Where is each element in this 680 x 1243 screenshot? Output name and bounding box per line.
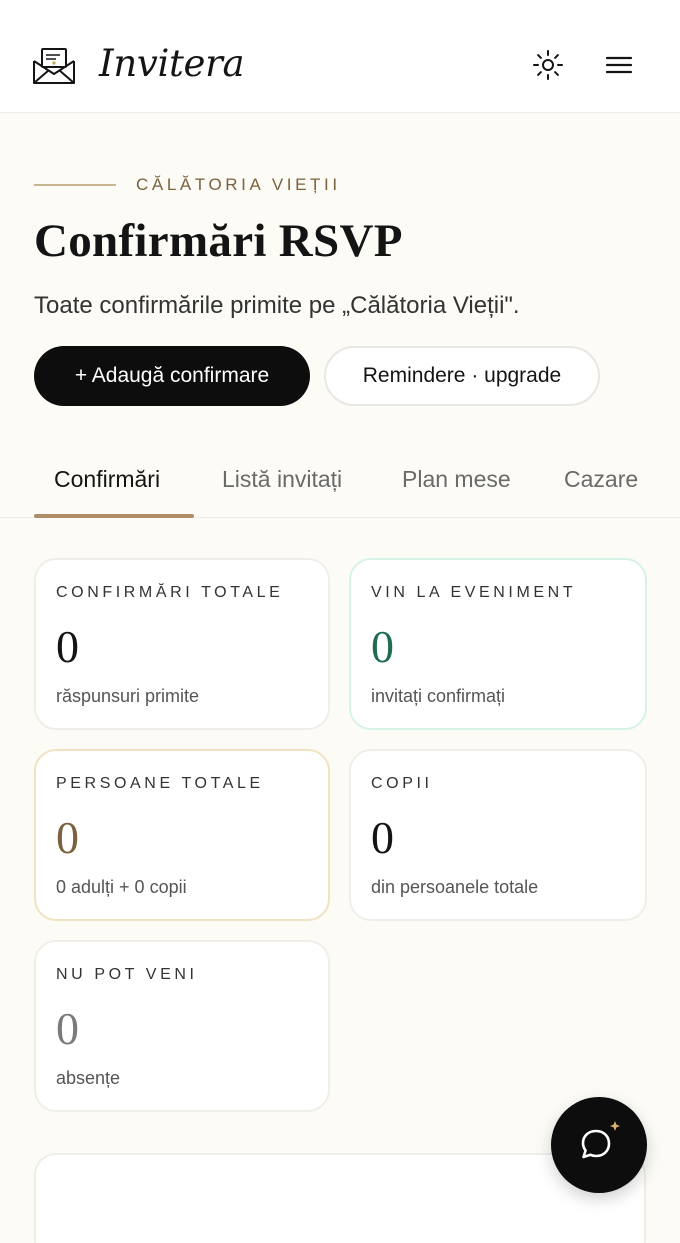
reminders-upgrade-button[interactable]: Remindere · upgrade — [324, 346, 600, 406]
chat-assistant-button[interactable] — [551, 1097, 647, 1193]
stat-card-total-people: PERSOANE TOTALE 0 0 adulți + 0 copii — [34, 749, 330, 921]
section-tabs: Confirmări Listă invitați Plan mese Caza… — [0, 446, 680, 518]
stat-card-total-confirmations: CONFIRMĂRI TOTALE 0 răspunsuri primite — [34, 558, 330, 730]
page-title: Confirmări RSVP — [34, 215, 403, 267]
stat-caption: răspunsuri primite — [56, 686, 200, 706]
hamburger-menu-icon[interactable] — [604, 51, 634, 79]
stat-value: 0 — [371, 621, 394, 672]
stat-label: VIN LA EVENIMENT — [371, 584, 577, 601]
tab-lista-invitati[interactable]: Listă invitați — [222, 466, 342, 493]
sun-icon[interactable] — [532, 49, 564, 81]
stat-caption: din persoanele totale — [371, 877, 539, 897]
confirmations-list-panel — [34, 1153, 646, 1243]
envelope-icon — [33, 48, 75, 84]
page-subtitle: Toate confirmările primite pe „Călătoria… — [34, 292, 520, 319]
tab-plan-mese[interactable]: Plan mese — [402, 466, 511, 493]
stat-card-cannot-attend: NU POT VENI 0 absențe — [34, 940, 330, 1112]
eyebrow-divider — [34, 184, 116, 186]
app-header: Invitera — [0, 0, 680, 113]
event-eyebrow: CĂLĂTORIA VIEȚII — [136, 175, 341, 194]
stat-value: 0 — [371, 812, 394, 863]
tab-cazare[interactable]: Cazare — [564, 466, 638, 493]
add-confirmation-button[interactable]: + Adaugă confirmare — [34, 346, 310, 406]
stat-caption: absențe — [56, 1068, 121, 1088]
stat-caption: 0 adulți + 0 copii — [56, 877, 187, 897]
stat-label: COPII — [371, 775, 433, 792]
active-tab-indicator — [34, 514, 194, 518]
stat-card-attending: VIN LA EVENIMENT 0 invitați confirmați — [349, 558, 647, 730]
stat-value: 0 — [56, 812, 79, 863]
stat-card-children: COPII 0 din persoanele totale — [349, 749, 647, 921]
stat-value: 0 — [56, 1003, 79, 1054]
chat-bubble-sparkle-icon — [581, 1121, 620, 1159]
stat-label: CONFIRMĂRI TOTALE — [56, 584, 284, 601]
brand-logo-text[interactable]: Invitera — [99, 42, 245, 85]
tab-confirmari[interactable]: Confirmări — [54, 466, 160, 493]
stat-label: PERSOANE TOTALE — [56, 775, 264, 792]
stat-label: NU POT VENI — [56, 966, 198, 983]
stat-caption: invitați confirmați — [371, 686, 506, 706]
stat-value: 0 — [56, 621, 79, 672]
